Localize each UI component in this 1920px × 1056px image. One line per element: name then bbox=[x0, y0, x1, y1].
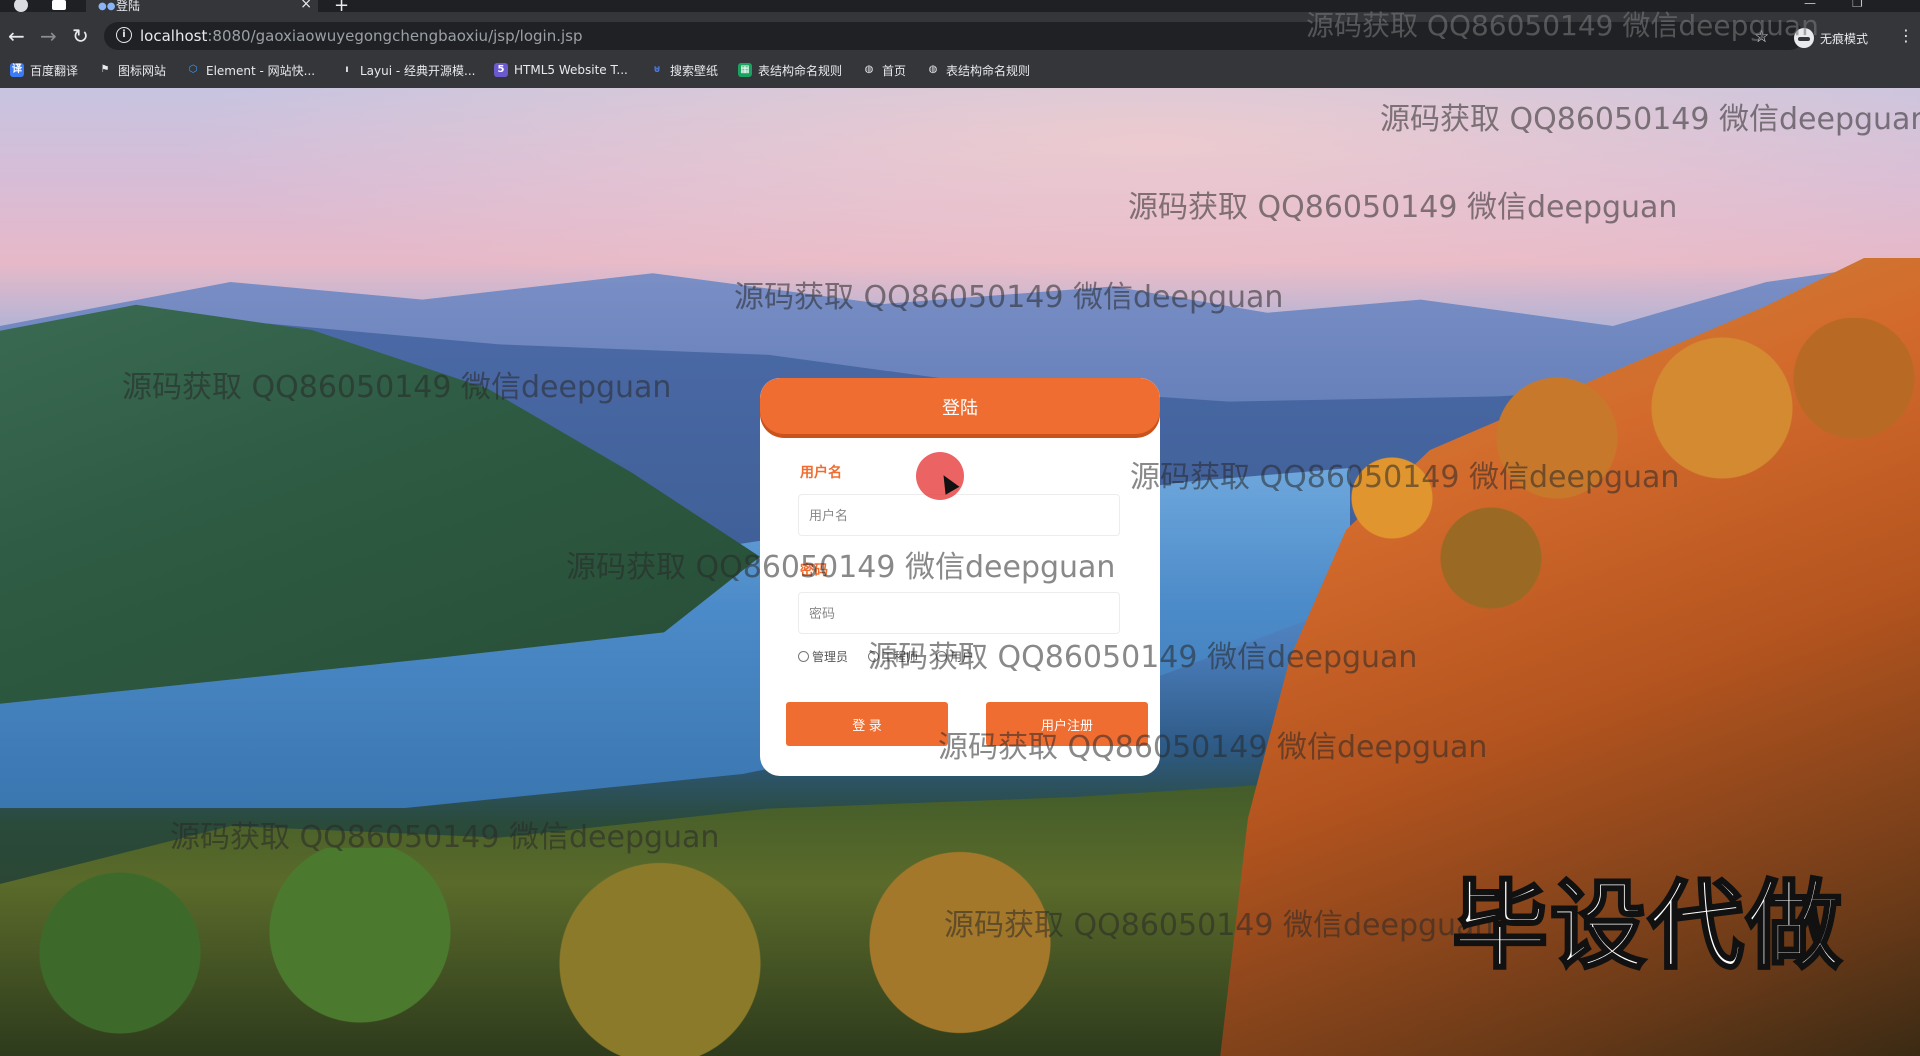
login-card-header: 登陆 bbox=[760, 378, 1160, 434]
globe-icon: ◍ bbox=[928, 64, 938, 75]
incognito-label: 无痕模式 bbox=[1820, 31, 1869, 46]
globe-icon: ◍ bbox=[864, 64, 874, 75]
bookmark-label: 图标网站 bbox=[118, 63, 167, 78]
tab-favicon-icon: ●● bbox=[98, 1, 116, 12]
bookmark-label: HTML5 Website T... bbox=[514, 63, 628, 77]
watermark: 源码获取 QQ86050149 微信deepguan bbox=[1130, 460, 1680, 495]
bookmark-label: 首页 bbox=[882, 63, 907, 78]
more-menu-icon[interactable]: ⋮ bbox=[1898, 26, 1914, 45]
tab-search-icon[interactable] bbox=[52, 0, 66, 10]
username-input[interactable] bbox=[798, 494, 1120, 536]
login-button[interactable]: 登 录 bbox=[786, 702, 948, 746]
username-label: 用户名 bbox=[800, 465, 842, 481]
bookmarks-bar: 译 百度翻译 ⚑ 图标网站 ⬡ Element - 网站快... ı Layui… bbox=[0, 52, 1920, 89]
chrome-menu-icon[interactable] bbox=[14, 0, 28, 12]
bookmark-item[interactable]: ⚑ 图标网站 bbox=[98, 62, 167, 78]
reload-icon[interactable]: ↻ bbox=[72, 25, 89, 47]
promo-stamp: 毕设代做 bbox=[1451, 869, 1844, 984]
html5-icon: 5 bbox=[494, 63, 508, 77]
bookmark-item[interactable]: ▦ 表结构命名规则 bbox=[738, 62, 842, 78]
role-label: 管理员 bbox=[812, 650, 849, 664]
element-icon: ⬡ bbox=[188, 64, 198, 75]
bookmark-item[interactable]: ⊍ 搜索壁纸 bbox=[650, 62, 718, 78]
url-host: localhost bbox=[140, 27, 208, 45]
login-title: 登陆 bbox=[942, 398, 978, 419]
watermark: 源码获取 QQ86050149 微信deepguan bbox=[170, 820, 720, 855]
forward-icon[interactable]: → bbox=[40, 25, 57, 47]
restore-icon[interactable]: ❐ bbox=[1852, 0, 1863, 10]
url-path: :8080/gaoxiaowuyegongchengbaoxiu/jsp/log… bbox=[207, 27, 583, 45]
bookmark-label: 表结构命名规则 bbox=[946, 63, 1031, 78]
watermark: 源码获取 QQ86050149 微信deepguan bbox=[566, 550, 1116, 585]
watermark: 源码获取 QQ86050149 微信deepguan bbox=[734, 280, 1284, 315]
wallpaper-icon: ⊍ bbox=[652, 64, 662, 75]
page-background: 登陆 用户名 密码 管理员 工程师 用户 登 录 用户注册 源码获取 QQ860… bbox=[0, 88, 1920, 1056]
layui-icon: ı bbox=[345, 64, 349, 75]
tab-close-icon[interactable]: × bbox=[300, 0, 312, 12]
bookmark-label: 表结构命名规则 bbox=[758, 63, 843, 78]
active-tab[interactable]: ●● 登陆 × bbox=[86, 0, 318, 13]
watermark: 源码获取 QQ86050149 微信deepguan bbox=[1306, 9, 1819, 42]
bookmark-item[interactable]: ⬡ Element - 网站快... bbox=[186, 62, 315, 78]
bookmark-label: 搜索壁纸 bbox=[670, 63, 719, 78]
password-input[interactable] bbox=[798, 592, 1120, 634]
bookmark-item[interactable]: 译 百度翻译 bbox=[10, 62, 78, 78]
translate-icon: 译 bbox=[10, 63, 24, 77]
flag-icon: ⚑ bbox=[100, 64, 110, 75]
role-option-admin[interactable]: 管理员 bbox=[798, 648, 848, 665]
bookmark-item[interactable]: 5 HTML5 Website T... bbox=[494, 62, 628, 78]
bookmark-item[interactable]: ◍ 表结构命名规则 bbox=[926, 62, 1030, 78]
watermark: 源码获取 QQ86050149 微信deepguan bbox=[1380, 102, 1920, 137]
site-info-icon[interactable]: i bbox=[116, 27, 132, 43]
url-text: localhost:8080/gaoxiaowuyegongchengbaoxi… bbox=[140, 27, 583, 45]
foreground-trees bbox=[0, 848, 1200, 1056]
watermark: 源码获取 QQ86050149 微信deepguan bbox=[868, 640, 1418, 675]
sheet-icon: ▦ bbox=[738, 63, 752, 77]
bookmark-label: 百度翻译 bbox=[30, 63, 79, 78]
watermark: 源码获取 QQ86050149 微信deepguan bbox=[944, 908, 1494, 943]
bookmark-label: Element - 网站快... bbox=[206, 63, 316, 78]
watermark: 源码获取 QQ86050149 微信deepguan bbox=[938, 730, 1488, 765]
bookmark-item[interactable]: ◍ 首页 bbox=[862, 62, 906, 78]
bookmark-item[interactable]: ı Layui - 经典开源模... bbox=[340, 62, 475, 78]
radio-icon[interactable] bbox=[798, 651, 809, 662]
watermark: 源码获取 QQ86050149 微信deepguan bbox=[122, 370, 672, 405]
bookmark-label: Layui - 经典开源模... bbox=[360, 63, 476, 78]
watermark: 源码获取 QQ86050149 微信deepguan bbox=[1128, 190, 1678, 225]
back-icon[interactable]: ← bbox=[8, 25, 25, 47]
